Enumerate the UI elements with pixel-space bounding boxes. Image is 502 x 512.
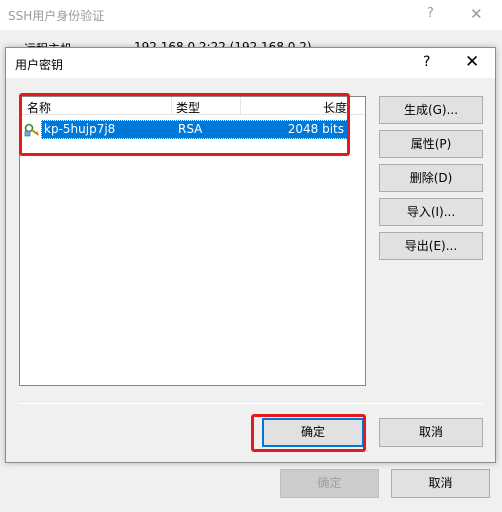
key-row-highlight (19, 93, 350, 156)
properties-button[interactable]: 属性(P) (379, 130, 483, 158)
ssh-auth-titlebar: SSH用户身份验证 ? ✕ (0, 0, 502, 30)
ssh-auth-cancel-button[interactable]: 取消 (391, 469, 490, 498)
user-key-titlebar: 用户密钥 ? ✕ (6, 48, 495, 78)
ssh-auth-close-icon[interactable]: ✕ (470, 5, 483, 23)
delete-button[interactable]: 删除(D) (379, 164, 483, 192)
ok-button-highlight (251, 414, 366, 452)
export-button[interactable]: 导出(E)... (379, 232, 483, 260)
close-icon[interactable]: ✕ (465, 52, 479, 72)
ssh-auth-help-icon[interactable]: ? (427, 6, 434, 21)
ssh-auth-title: SSH用户身份验证 (8, 9, 105, 23)
generate-button[interactable]: 生成(G)... (379, 96, 483, 124)
footer-divider (18, 403, 483, 404)
help-icon[interactable]: ? (423, 54, 430, 70)
import-button[interactable]: 导入(I)... (379, 198, 483, 226)
ssh-auth-ok-button[interactable]: 确定 (280, 469, 379, 498)
cancel-button[interactable]: 取消 (379, 418, 483, 447)
user-key-title: 用户密钥 (15, 58, 64, 72)
